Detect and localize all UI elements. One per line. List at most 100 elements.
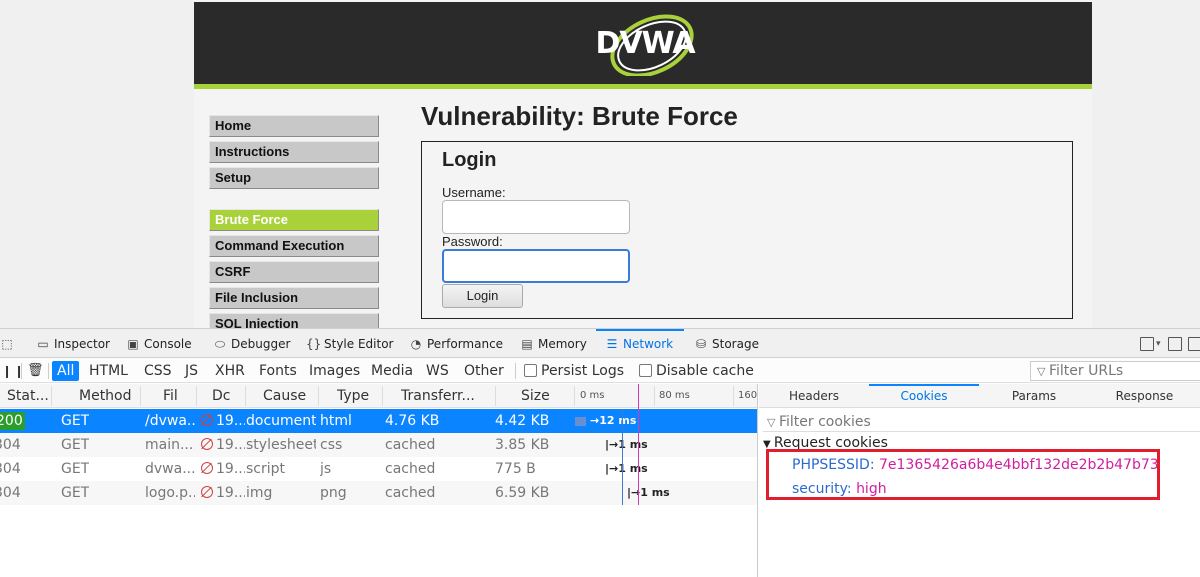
timeline-tick: 0 ms (580, 390, 605, 401)
tab-response[interactable]: Response (1089, 384, 1200, 408)
login-button[interactable]: Login (442, 284, 523, 308)
domain-cell: 19... (201, 457, 245, 481)
tab-params[interactable]: Params (979, 384, 1089, 408)
domain-cell: 19... (201, 409, 245, 433)
type-cell: html (320, 413, 352, 429)
menu-item-command-execution[interactable]: Command Execution (209, 235, 379, 257)
tab-style-editor[interactable]: {} Style Editor (306, 329, 393, 358)
persist-logs-checkbox[interactable] (524, 364, 537, 377)
request-row[interactable]: 304 GET dvwa... 19... script js cached 7… (0, 457, 757, 481)
menu-item-file-inclusion[interactable]: File Inclusion (209, 287, 379, 309)
filter-all[interactable]: All (52, 361, 80, 381)
column-transferred[interactable]: Transferr... (401, 384, 489, 408)
status-cell: 304 (0, 461, 21, 477)
pick-element-icon[interactable]: ⬚ (0, 329, 18, 358)
dock-layout-icon[interactable] (1140, 337, 1154, 351)
tab-inspector[interactable]: ▭ Inspector (36, 329, 110, 358)
type-cell: png (320, 485, 347, 501)
column-method[interactable]: Method (79, 384, 139, 408)
separator (21, 363, 22, 379)
status-cell: 304 (0, 437, 21, 453)
password-field[interactable] (442, 249, 630, 283)
disable-cache-checkbox[interactable] (639, 364, 652, 377)
username-field[interactable] (442, 200, 630, 234)
login-heading: Login (442, 149, 497, 171)
method-cell: GET (61, 485, 90, 501)
filter-js[interactable]: JS (185, 359, 198, 383)
request-row[interactable]: 304 GET logo.p... 19... img png cached 6… (0, 481, 757, 505)
close-devtools-icon[interactable] (1188, 337, 1200, 351)
filter-css[interactable]: CSS (144, 359, 172, 383)
persist-logs-toggle[interactable]: Persist Logs (524, 359, 624, 383)
tab-headers[interactable]: Headers (759, 384, 869, 408)
type-cell: js (320, 461, 332, 477)
chevron-down-icon[interactable]: ▾ (1156, 329, 1161, 358)
tab-memory[interactable]: ▤ Memory (520, 329, 586, 358)
pause-icon[interactable]: ❙❙ (2, 359, 26, 383)
password-label: Password: (442, 234, 503, 249)
column-separator (318, 386, 319, 406)
request-list-header: Stat... Method Fil Dc Cause Type Transfe… (0, 384, 757, 408)
load-marker (638, 384, 639, 505)
network-icon: ☰ (606, 337, 618, 351)
menu-item-sql-injection[interactable]: SQL Injection (209, 313, 379, 328)
menu-item-brute-force[interactable]: Brute Force (209, 209, 379, 231)
filter-ws[interactable]: WS (426, 359, 449, 383)
timing-label: |→1 ms (605, 462, 648, 475)
tab-storage[interactable]: ⛁ Storage (694, 329, 759, 358)
dvwa-menu: Home Instructions Setup Brute Force Comm… (209, 115, 379, 328)
dvwa-header: DVWA (194, 2, 1092, 84)
request-row[interactable]: 304 GET main.... 19... stylesheet css ca… (0, 433, 757, 457)
request-row[interactable]: 200 GET /dvwa... 19... document html 4.7… (0, 409, 757, 433)
filter-fonts[interactable]: Fonts (259, 359, 297, 383)
transferred-cell: 4.76 KB (385, 413, 440, 429)
filter-media[interactable]: Media (371, 359, 413, 383)
file-cell: logo.p... (145, 485, 195, 501)
column-status[interactable]: Stat... (7, 384, 49, 408)
menu-item-home[interactable]: Home (209, 115, 379, 137)
gauge-icon: ◔ (410, 337, 422, 351)
username-label: Username: (442, 185, 506, 200)
type-cell: css (320, 437, 343, 453)
filter-html[interactable]: HTML (89, 359, 128, 383)
cause-cell: stylesheet (246, 437, 316, 453)
menu-item-csrf[interactable]: CSRF (209, 261, 379, 283)
tab-debugger[interactable]: ⬭ Debugger (213, 329, 291, 358)
transferred-cell: cached (385, 437, 436, 453)
filter-urls-input[interactable]: ▽ Filter URLs (1030, 361, 1200, 381)
filter-xhr[interactable]: XHR (215, 359, 245, 383)
filter-cookies-input[interactable]: ▽ Filter cookies (763, 412, 1200, 432)
timing-label: |→1 ms (627, 486, 670, 499)
timing-bar (575, 417, 586, 426)
column-cause[interactable]: Cause (263, 384, 313, 408)
filter-other[interactable]: Other (464, 359, 504, 383)
column-domain[interactable]: Dc (212, 384, 238, 408)
column-size[interactable]: Size (521, 384, 561, 408)
insecure-icon (201, 414, 213, 426)
column-file[interactable]: Fil (163, 384, 191, 408)
insecure-icon (201, 438, 213, 450)
file-cell: main.... (145, 437, 195, 453)
trash-icon[interactable]: 🗑 (27, 359, 44, 383)
tab-network[interactable]: ☰ Network (596, 329, 684, 358)
tab-performance[interactable]: ◔ Performance (409, 329, 503, 358)
insecure-icon (201, 486, 213, 498)
timeline-tick-line (654, 386, 655, 406)
column-type[interactable]: Type (337, 384, 377, 408)
split-console-icon[interactable] (1168, 337, 1182, 351)
cause-cell: document (246, 413, 316, 429)
menu-item-instructions[interactable]: Instructions (209, 141, 379, 163)
tab-console[interactable]: ▣ Console (126, 329, 191, 358)
filter-icon: ▽ (1037, 365, 1049, 378)
domain-cell: 19... (201, 481, 245, 505)
cause-cell: script (246, 461, 286, 477)
menu-item-setup[interactable]: Setup (209, 167, 379, 189)
dvwa-page: DVWA Home Instructions Setup Brute Force… (194, 0, 1092, 328)
details-tabs: Headers Cookies Params Response (759, 384, 1200, 408)
braces-icon: {} (306, 337, 322, 351)
request-list: Stat... Method Fil Dc Cause Type Transfe… (0, 384, 758, 577)
filter-images[interactable]: Images (309, 359, 360, 383)
tab-cookies[interactable]: Cookies (869, 384, 979, 408)
red-highlight-box (766, 449, 1160, 500)
disable-cache-toggle[interactable]: Disable cache (639, 359, 754, 383)
